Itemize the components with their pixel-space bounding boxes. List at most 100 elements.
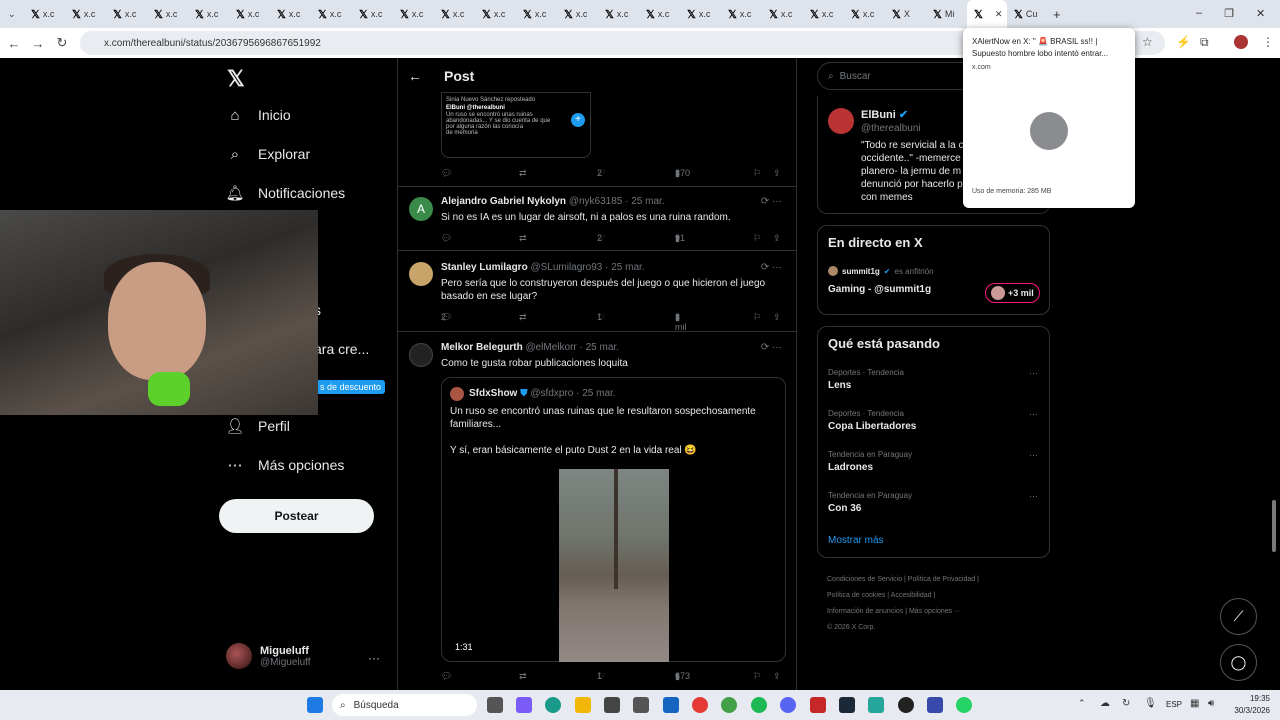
clock[interactable]: 19:35 30/3/2026 bbox=[1226, 693, 1270, 717]
bookmark-icon[interactable]: ⚐ bbox=[753, 671, 761, 682]
nav-partial-2[interactable]: ara cre... bbox=[314, 341, 369, 357]
network-icon[interactable]: ▦ bbox=[1190, 698, 1199, 709]
browser-tab[interactable]: 𝕏x.c bbox=[803, 0, 844, 28]
back-icon[interactable]: ← bbox=[2, 36, 26, 51]
nav-explore[interactable]: ⌕ Explorar bbox=[226, 145, 310, 163]
browser-tab[interactable]: 𝕏x.c bbox=[475, 0, 516, 28]
calculator-icon[interactable] bbox=[633, 697, 649, 713]
cloud-icon[interactable]: ☁ bbox=[1100, 698, 1110, 709]
windows-start-icon[interactable] bbox=[307, 697, 323, 713]
sync-icon[interactable]: ↻ bbox=[1122, 698, 1130, 709]
browser-tab[interactable]: 𝕏x.c bbox=[106, 0, 147, 28]
nav-more[interactable]: ⋯ Más opciones bbox=[226, 456, 345, 474]
browser-tab[interactable]: 𝕏x.c bbox=[311, 0, 352, 28]
share-icon[interactable]: ⇪ bbox=[773, 312, 781, 323]
reply-1[interactable]: A Alejandro Gabriel Nykolyn @nyk63185 · … bbox=[398, 187, 796, 251]
browser-tab[interactable]: 𝕏 ✕ bbox=[967, 0, 1007, 28]
back-arrow-icon[interactable]: ← bbox=[398, 68, 432, 84]
footer-line-1[interactable]: Condiciones de Servicio | Política de Pr… bbox=[827, 572, 1047, 588]
trend-item[interactable]: Tendencia en Paraguay Ladrones ··· bbox=[828, 450, 1038, 473]
repost-icon[interactable]: ⇄ bbox=[519, 671, 527, 682]
x-logo-icon[interactable]: 𝕏 bbox=[227, 66, 245, 92]
bookmark-icon[interactable]: ⚐ bbox=[753, 312, 761, 323]
browser-tab[interactable]: 𝕏 Mi bbox=[926, 0, 967, 28]
footer-line-2[interactable]: Política de cookies | Accesibilidad | bbox=[827, 588, 1047, 604]
account-switcher[interactable]: Migueluff @Migueluff ··· bbox=[226, 643, 380, 669]
share-icon[interactable]: ⇪ bbox=[773, 168, 781, 179]
spotify-icon[interactable] bbox=[751, 697, 767, 713]
grok-button[interactable]: ⟋ bbox=[1220, 598, 1257, 635]
close-tab-icon[interactable]: ✕ bbox=[995, 9, 1003, 20]
trend-item[interactable]: Deportes · Tendencia Copa Libertadores ··· bbox=[828, 409, 1038, 432]
outlook-icon[interactable] bbox=[663, 697, 679, 713]
footer-line-3[interactable]: Información de anuncios | Más opciones ·… bbox=[827, 604, 1047, 620]
trend-item[interactable]: Deportes · Tendencia Lens ··· bbox=[828, 368, 1038, 391]
repost-icon[interactable]: ⇄ bbox=[519, 168, 527, 179]
app-icon-3[interactable] bbox=[927, 697, 943, 713]
browser-tab[interactable]: 𝕏x.c bbox=[229, 0, 270, 28]
tab-list-button[interactable]: ⌄ bbox=[0, 0, 24, 28]
whatsapp-icon[interactable] bbox=[956, 697, 972, 713]
profile-avatar[interactable] bbox=[1234, 35, 1248, 49]
more-icon[interactable]: ··· bbox=[1029, 450, 1038, 460]
browser-tab[interactable]: 𝕏x.c bbox=[65, 0, 106, 28]
more-icon[interactable]: ··· bbox=[1029, 409, 1038, 419]
reply-icon[interactable]: 💬︎ bbox=[441, 671, 452, 682]
browser-tab[interactable]: 𝕏X bbox=[885, 0, 926, 28]
bookmark-icon[interactable]: ⚐ bbox=[753, 233, 761, 244]
chrome-profile-icon[interactable] bbox=[721, 697, 737, 713]
edge-icon[interactable] bbox=[545, 697, 561, 713]
file-explorer-icon[interactable] bbox=[575, 697, 591, 713]
bookmark-icon[interactable]: ⚐ bbox=[753, 168, 761, 179]
live-listeners-badge[interactable]: +3 mil bbox=[985, 283, 1040, 303]
browser-tab[interactable]: 𝕏 Cu bbox=[1007, 0, 1048, 28]
more-icon[interactable]: ⟳ ··· bbox=[761, 342, 782, 353]
trend-item[interactable]: Tendencia en Paraguay Con 36 ··· bbox=[828, 491, 1038, 514]
app-icon-2[interactable] bbox=[868, 697, 884, 713]
forward-icon[interactable]: → bbox=[26, 36, 50, 51]
mic-icon[interactable]: 🎙︎ bbox=[1144, 698, 1157, 709]
nav-notifications[interactable]: 🔔︎ Notificaciones bbox=[225, 184, 345, 202]
maximize-icon[interactable]: ❐ bbox=[1224, 7, 1234, 20]
scrollbar[interactable] bbox=[1272, 500, 1276, 552]
browser-tab[interactable]: 𝕏x.c bbox=[516, 0, 557, 28]
extension-icon[interactable]: ⚡ bbox=[1176, 35, 1191, 49]
obs-icon[interactable] bbox=[898, 697, 914, 713]
minimize-icon[interactable]: – bbox=[1196, 7, 1202, 20]
browser-tab[interactable]: 𝕏x.c bbox=[598, 0, 639, 28]
browser-tab[interactable]: 𝕏x.c bbox=[147, 0, 188, 28]
browser-tab[interactable]: 𝕏x.c bbox=[762, 0, 803, 28]
nav-profile[interactable]: 👤︎ Perfil bbox=[225, 417, 289, 435]
more-icon[interactable]: ··· bbox=[1029, 491, 1038, 501]
steam-icon[interactable] bbox=[839, 697, 855, 713]
more-icon[interactable]: ··· bbox=[1029, 368, 1038, 378]
copilot-icon[interactable] bbox=[516, 697, 532, 713]
discord-icon[interactable] bbox=[780, 697, 796, 713]
volume-icon[interactable]: 🔊︎ bbox=[1208, 698, 1214, 709]
language-indicator[interactable]: ESP bbox=[1166, 700, 1182, 709]
chrome-icon[interactable] bbox=[692, 697, 708, 713]
browser-tab[interactable]: 𝕏x.c bbox=[721, 0, 762, 28]
reload-icon[interactable]: ↻ bbox=[50, 35, 74, 51]
menu-icon[interactable]: ⋮ bbox=[1262, 35, 1274, 49]
browser-tab[interactable]: 𝕏x.c bbox=[24, 0, 65, 28]
browser-tab[interactable]: 𝕏x.c bbox=[557, 0, 598, 28]
repost-icon[interactable]: ⇄ bbox=[519, 233, 527, 244]
live-stream-title[interactable]: Gaming - @summit1g bbox=[828, 284, 931, 295]
browser-tab[interactable]: 𝕏x.c bbox=[270, 0, 311, 28]
nav-home[interactable]: ⌂ Inicio bbox=[226, 106, 290, 124]
browser-tab[interactable]: 𝕏x.c bbox=[434, 0, 475, 28]
browser-tab[interactable]: 𝕏x.c bbox=[844, 0, 885, 28]
bookmark-star-icon[interactable]: ☆ bbox=[1142, 35, 1153, 49]
video-thumbnail[interactable] bbox=[559, 469, 669, 662]
quoted-post[interactable]: SfdxShow ⛊ @sfdxpro · 25 mar. Un ruso se… bbox=[441, 377, 786, 662]
taskview-icon[interactable] bbox=[487, 697, 503, 713]
share-icon[interactable]: ⇪ bbox=[773, 671, 781, 682]
reply-2[interactable]: Stanley Lumilagro @SLumilagro93 · 25 mar… bbox=[398, 252, 796, 332]
browser-tab[interactable]: 𝕏x.c bbox=[352, 0, 393, 28]
close-window-icon[interactable]: ✕ bbox=[1256, 7, 1265, 20]
reply-icon[interactable]: 💬︎ bbox=[441, 233, 452, 244]
more-icon[interactable]: ⟳ ··· bbox=[761, 196, 782, 207]
post-button[interactable]: Postear bbox=[219, 499, 374, 533]
extensions-puzzle-icon[interactable]: ⧉ bbox=[1200, 35, 1209, 50]
